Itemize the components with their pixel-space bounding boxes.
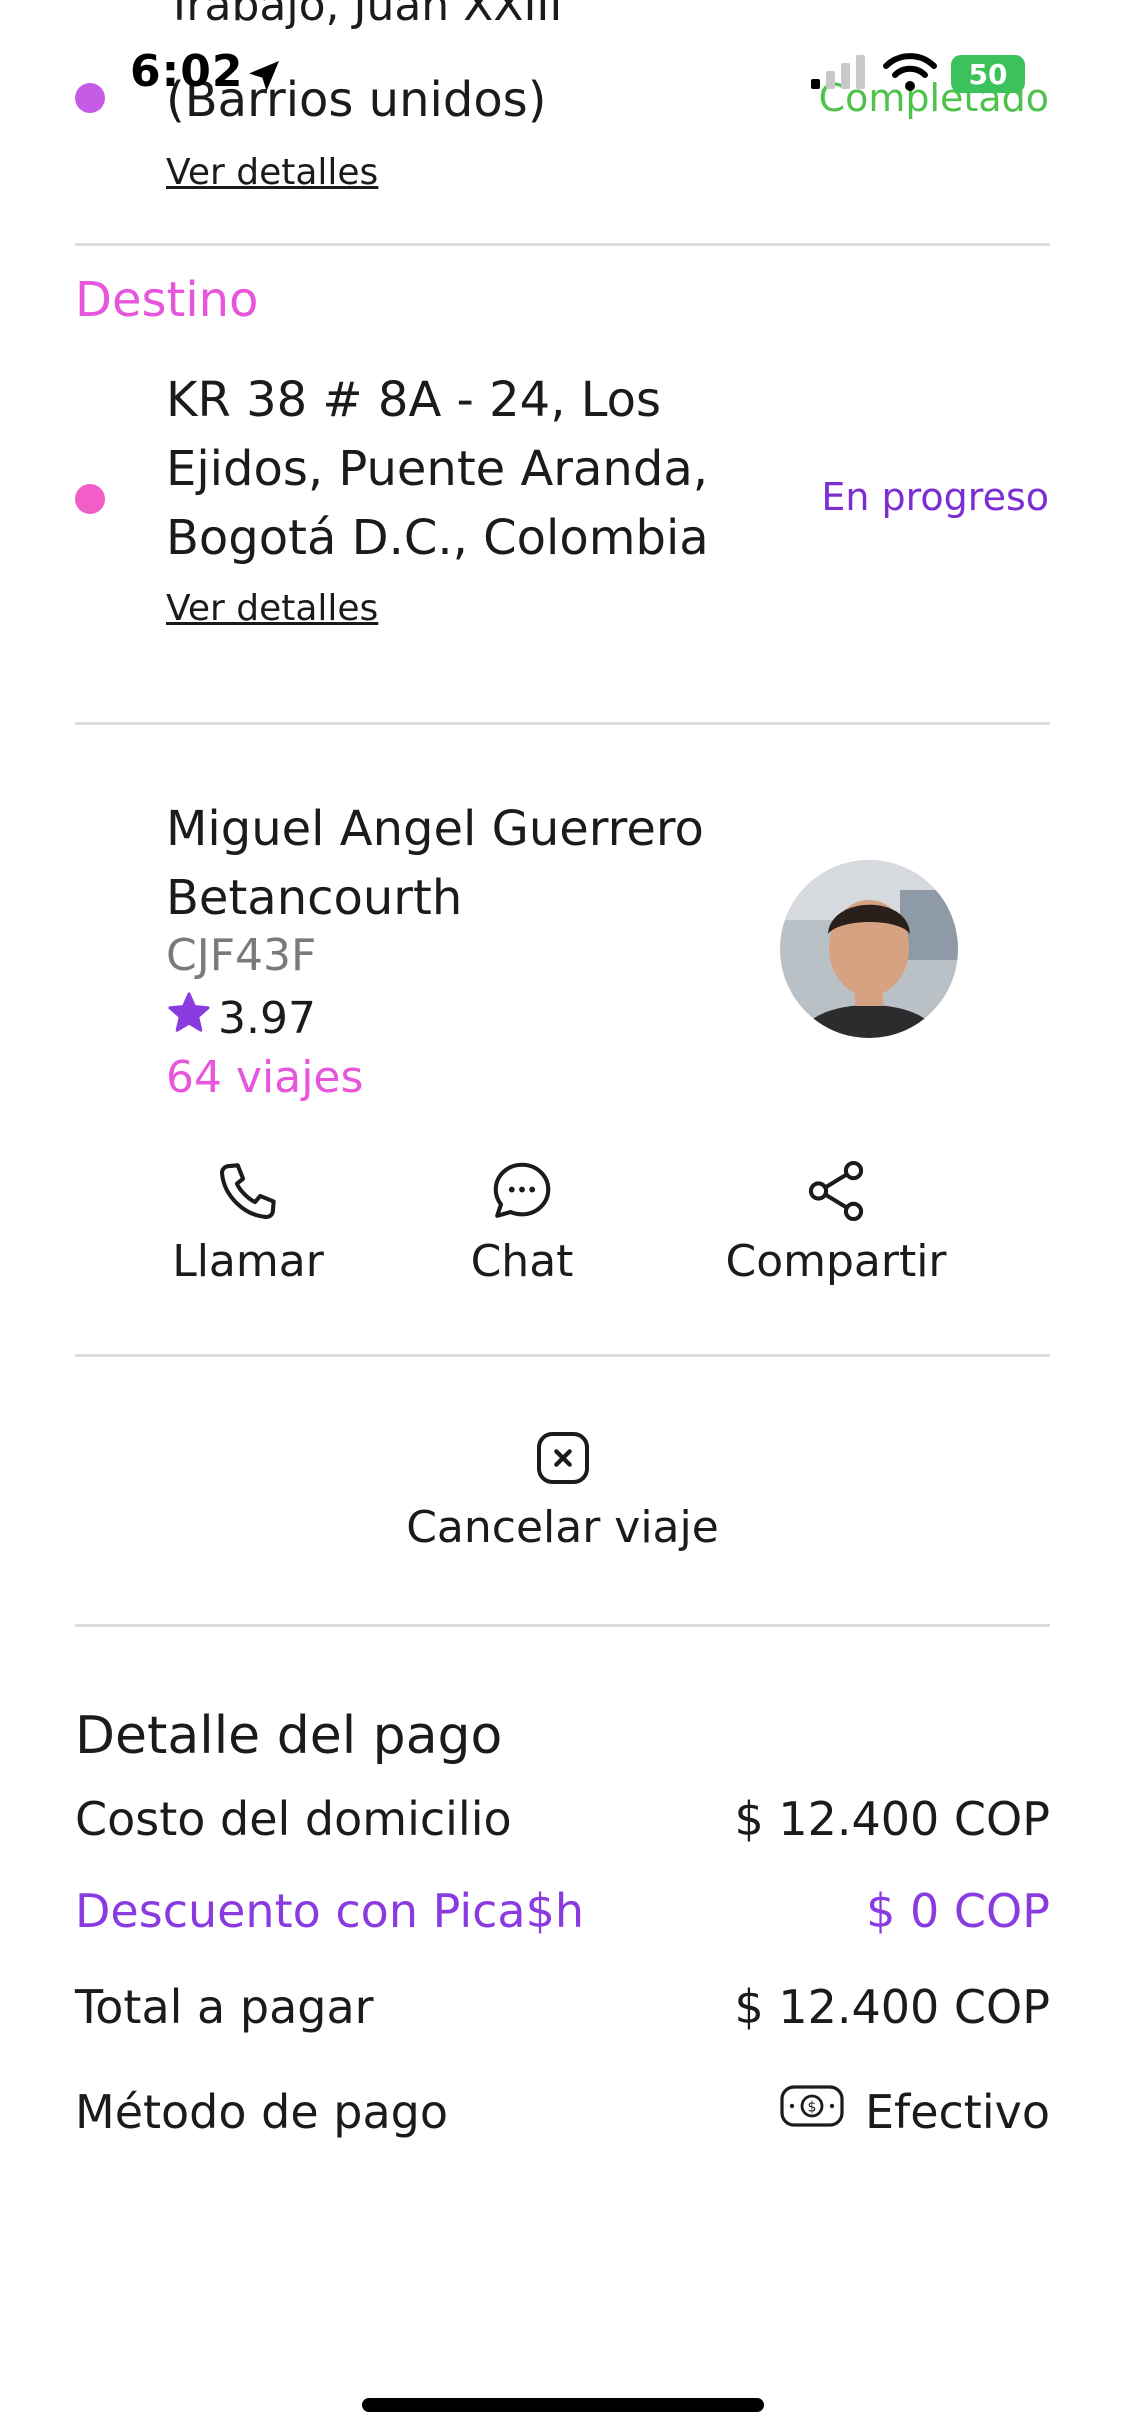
origin-cut-text: Trabajo, Juan XXIII xyxy=(166,0,563,31)
battery-indicator: 50 xyxy=(951,55,1025,93)
destination-details-link[interactable]: Ver detalles xyxy=(166,588,378,629)
star-icon xyxy=(166,990,212,1047)
payment-row-value: $ 12.400 COP xyxy=(734,1980,1050,2034)
payment-row-label: Total a pagar xyxy=(75,1980,374,2034)
vehicle-plate: CJF43F xyxy=(166,930,317,981)
share-icon xyxy=(801,1156,871,1230)
call-button[interactable]: Llamar xyxy=(156,1156,340,1287)
driver-name: Miguel Angel Guerrero Betancourth xyxy=(166,801,704,926)
payment-row-label: Descuento con Pica$h xyxy=(75,1884,585,1938)
origin-details-link[interactable]: Ver detalles xyxy=(166,152,378,193)
location-arrow-icon xyxy=(244,56,284,100)
chat-button[interactable]: Chat xyxy=(452,1156,592,1287)
payment-row-value: Efectivo xyxy=(864,2084,1050,2139)
payment-method-value: $ Efectivo xyxy=(779,2084,1050,2139)
status-icons: 50 xyxy=(809,52,1025,96)
share-button[interactable]: Compartir xyxy=(700,1156,972,1287)
chat-bubble-icon xyxy=(487,1156,557,1230)
home-indicator[interactable] xyxy=(362,2398,764,2412)
payment-row-label: Método de pago xyxy=(75,2084,448,2139)
payment-row-delivery-cost: Costo del domicilio $ 12.400 COP xyxy=(75,1792,1050,1846)
cancel-trip-label: Cancelar viaje xyxy=(406,1502,719,1553)
destination-address: KR 38 # 8A - 24, Los Ejidos, Puente Aran… xyxy=(166,372,709,566)
divider xyxy=(75,243,1050,246)
rating-value: 3.97 xyxy=(218,993,316,1044)
payment-row-discount: Descuento con Pica$h $ 0 COP xyxy=(75,1884,1050,1938)
cancel-trip-button[interactable]: Cancelar viaje xyxy=(0,1426,1125,1553)
trip-detail-sheet: Trabajo, Juan XXIII (Barrios unidos) Com… xyxy=(0,0,1125,2436)
payment-row-value: $ 12.400 COP xyxy=(734,1792,1050,1846)
cash-icon: $ xyxy=(779,2084,845,2139)
payment-title: Detalle del pago xyxy=(75,1706,503,1766)
chat-label: Chat xyxy=(470,1236,574,1287)
svg-text:$: $ xyxy=(807,2100,816,2116)
destination-label: Destino xyxy=(75,272,259,328)
origin-dot xyxy=(75,83,105,113)
call-label: Llamar xyxy=(172,1236,324,1287)
payment-row-value: $ 0 COP xyxy=(866,1884,1050,1938)
share-label: Compartir xyxy=(725,1236,947,1287)
driver-trips: 64 viajes xyxy=(166,1052,364,1103)
wifi-icon xyxy=(883,52,937,96)
payment-row-total: Total a pagar $ 12.400 COP xyxy=(75,1980,1050,2034)
driver-rating: 3.97 xyxy=(166,990,316,1047)
battery-level: 50 xyxy=(968,57,1008,91)
close-square-icon xyxy=(531,1426,595,1494)
destination-dot xyxy=(75,484,105,514)
cellular-signal-icon xyxy=(809,53,869,95)
payment-row-label: Costo del domicilio xyxy=(75,1792,512,1846)
divider xyxy=(75,1354,1050,1357)
destination-status: En progreso xyxy=(821,475,1049,519)
divider xyxy=(75,722,1050,725)
payment-row-method: Método de pago $ Efectivo xyxy=(75,2084,1050,2139)
divider xyxy=(75,1624,1050,1627)
driver-avatar xyxy=(780,860,958,1038)
status-time: 6:02 xyxy=(130,46,244,97)
phone-icon xyxy=(213,1156,283,1230)
